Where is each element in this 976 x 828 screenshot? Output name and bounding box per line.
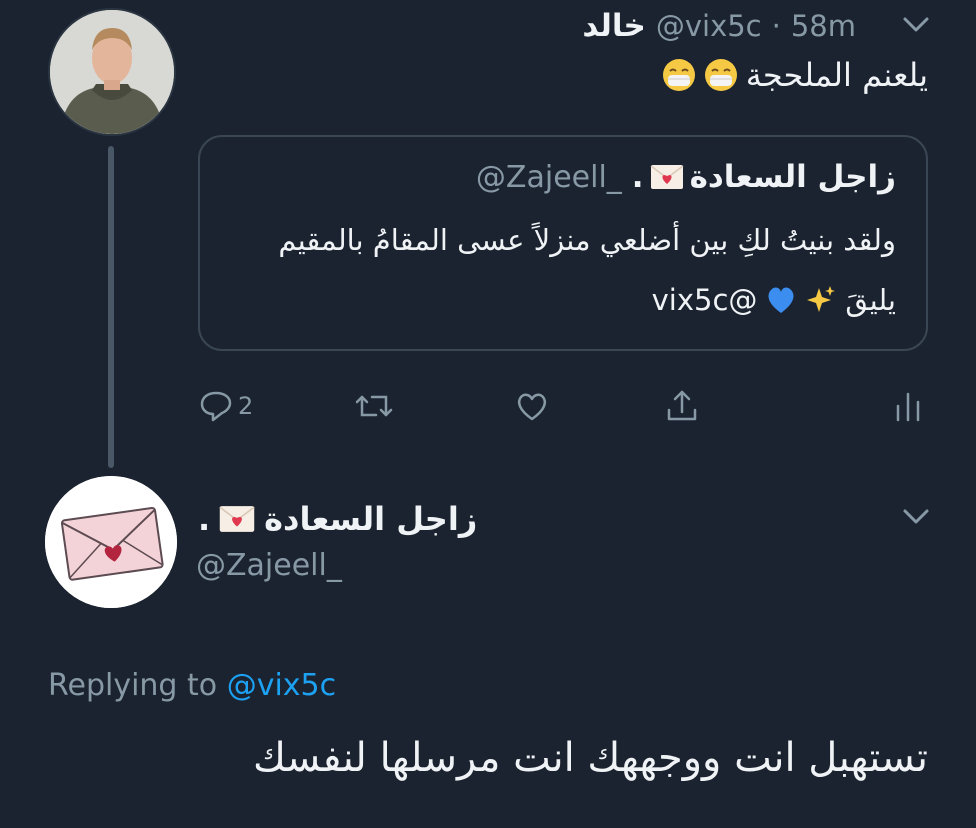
share-action[interactable] <box>664 386 700 426</box>
blue-heart-emoji <box>768 287 794 313</box>
main-tweet-name-row[interactable]: . زاجل السعادة <box>198 500 477 538</box>
quoted-display-name-suffix: . <box>631 159 644 195</box>
handle[interactable]: @vix5c <box>656 9 762 43</box>
mask-face-emoji <box>704 59 737 91</box>
quoted-text-line2: يليقَ @vix5c <box>652 283 896 317</box>
quoted-handle: @Zajeell_ <box>475 159 622 195</box>
quoted-display-name-text: زاجل السعادة <box>689 159 896 195</box>
replying-handle-link[interactable]: @vix5c <box>227 668 336 703</box>
like-action[interactable] <box>514 386 550 426</box>
reply-count: 2 <box>238 392 254 420</box>
main-display-name: زاجل السعادة <box>264 500 478 538</box>
quoted-text-line1: ولقد بنيتُ لكِ بين أضلعي منزلاً عسى المق… <box>278 223 896 257</box>
thread-connector-line <box>108 146 114 468</box>
main-handle[interactable]: @Zajeell_ <box>196 548 342 583</box>
avatar-photo <box>50 10 174 134</box>
reply-action[interactable]: 2 <box>198 386 253 426</box>
analytics-icon <box>896 392 920 422</box>
envelope-avatar-image <box>45 476 177 608</box>
share-icon <box>667 390 697 421</box>
quoted-text-word: يليقَ <box>845 283 896 317</box>
retweet-icon <box>355 395 393 417</box>
envelope-heart-emoji <box>219 506 255 532</box>
analytics-action[interactable] <box>893 386 923 426</box>
heart-icon <box>517 393 547 421</box>
quoted-display-name: . زاجل السعادة <box>632 159 896 195</box>
chevron-down-icon[interactable] <box>902 508 930 526</box>
sparkles-emoji <box>807 286 836 312</box>
main-display-name-suffix: . <box>198 500 211 538</box>
reply-icon <box>200 391 232 422</box>
display-name[interactable]: خالد <box>582 8 646 44</box>
chevron-down-icon[interactable] <box>902 16 930 34</box>
quoted-mention[interactable]: @vix5c <box>652 283 758 317</box>
avatar-zajeell[interactable] <box>45 476 177 608</box>
avatar-khaled[interactable] <box>48 8 176 136</box>
top-tweet-header: خالد @vix5c · 58m <box>582 2 856 50</box>
mask-face-emoji <box>662 59 695 91</box>
tweet-body: يلعنم الملحجة <box>745 56 928 94</box>
main-tweet-text: تستهبل انت ووجههك انت مرسلها لنفسك <box>252 735 928 781</box>
envelope-heart-emoji <box>650 165 684 189</box>
retweet-action[interactable] <box>354 386 394 426</box>
replying-label: Replying to <box>48 668 218 703</box>
quoted-tweet-card[interactable]: @Zajeell_ . زاجل السعادة ولقد بنيتُ لكِ … <box>198 135 928 351</box>
quoted-tweet-header: @Zajeell_ . زاجل السعادة <box>476 159 896 195</box>
top-tweet-text: يلعنم الملحجة <box>662 56 928 94</box>
separator: · <box>771 9 781 43</box>
replying-to: Replying to @vix5c <box>48 668 336 703</box>
timestamp[interactable]: 58m <box>791 9 856 43</box>
